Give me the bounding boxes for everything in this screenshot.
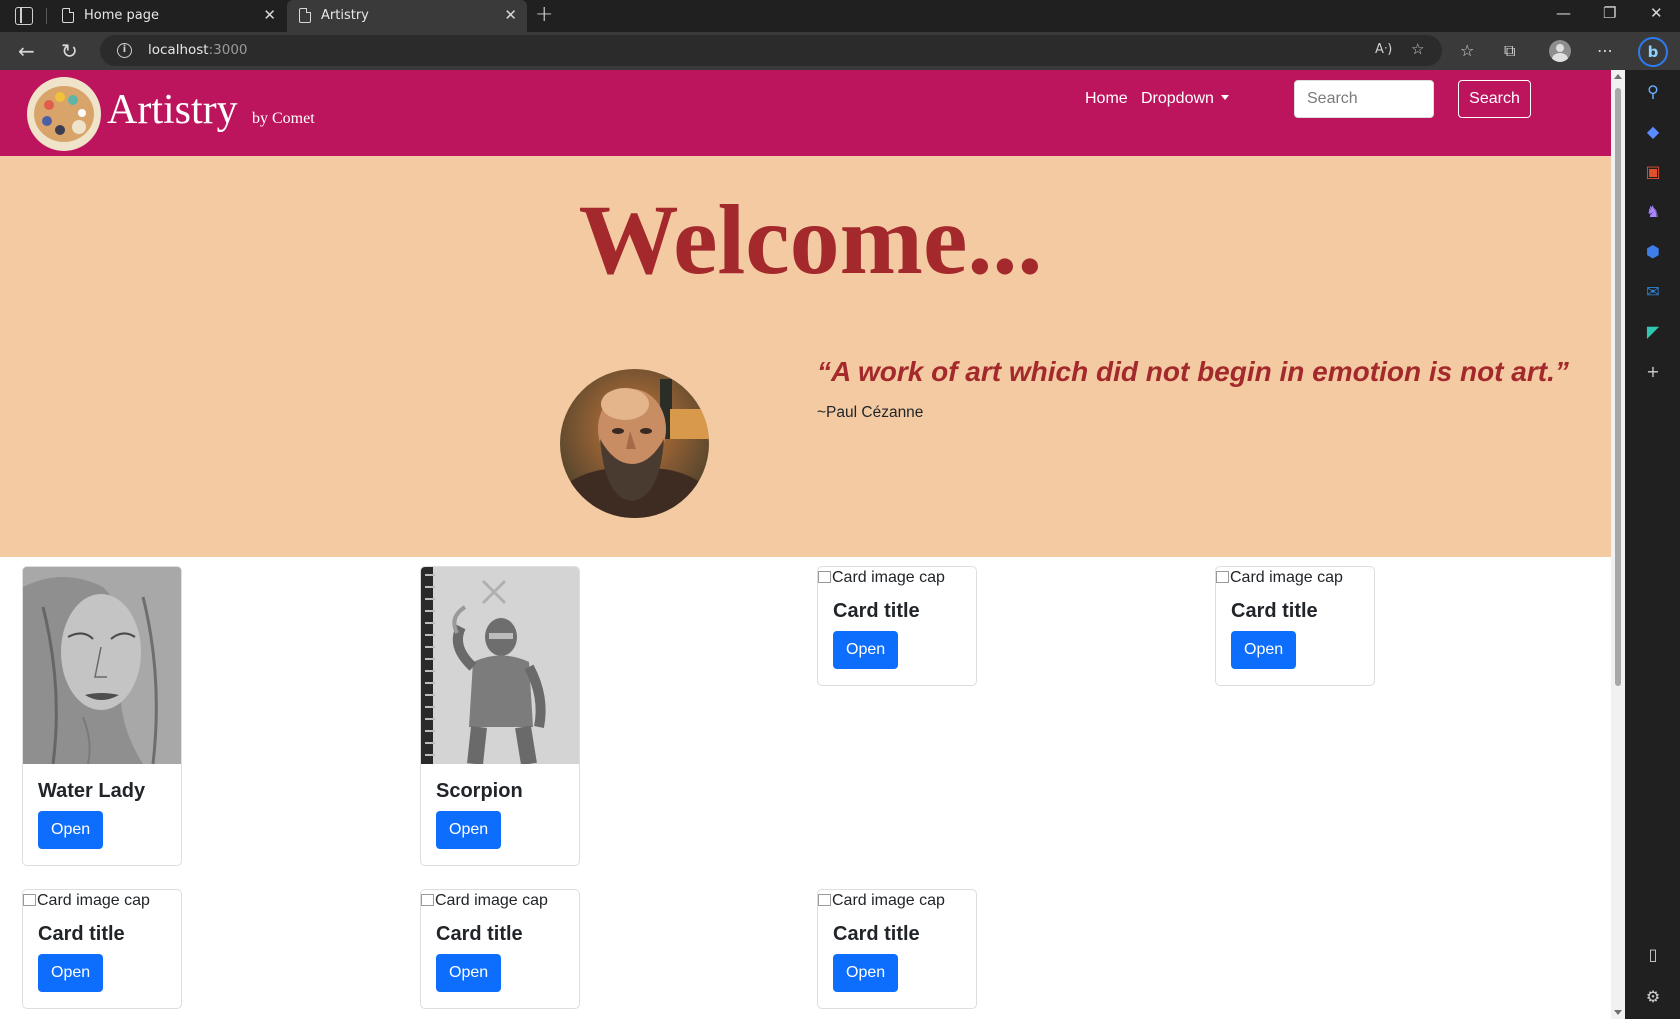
water-lady-image[interactable] [23, 567, 181, 764]
scorpion-image[interactable] [421, 567, 579, 764]
card-image-alt: Card image cap [832, 569, 945, 586]
page-icon [299, 8, 311, 23]
broken-image-icon [23, 894, 36, 906]
caret-down-icon [1220, 95, 1229, 100]
card-image-cap[interactable]: Card image cap [23, 890, 181, 914]
add-sidebar-app-icon[interactable]: + [1643, 362, 1663, 382]
shopping-tag-icon[interactable]: ◆ [1643, 122, 1663, 142]
tab-actions-icon[interactable] [15, 7, 33, 25]
address-bar-row: ← ↻ i localhost:3000 Aᐧ) ☆ ☆ ⧉ ⋯ b [0, 32, 1680, 70]
broken-image-icon [421, 894, 434, 906]
card-image-cap[interactable]: Card image cap [421, 890, 579, 914]
collections-icon[interactable]: ⧉ [1504, 41, 1515, 61]
card-placeholder: Card image cap Card title Open [817, 566, 977, 686]
cezanne-portrait-image [560, 369, 709, 518]
card-placeholder: Card image cap Card title Open [1215, 566, 1375, 686]
palette-logo-icon[interactable] [27, 77, 101, 151]
url-port: :3000 [208, 42, 248, 58]
card-placeholder: Card image cap Card title Open [817, 889, 977, 1009]
nav-dropdown-label: Dropdown [1141, 90, 1214, 107]
card-image-alt: Card image cap [832, 892, 945, 909]
back-arrow-icon[interactable]: ← [18, 39, 35, 63]
open-button[interactable]: Open [38, 811, 104, 849]
card-image-alt: Card image cap [37, 892, 150, 909]
card-image-cap[interactable]: Card image cap [818, 567, 976, 591]
outlook-icon[interactable]: ✉ [1643, 282, 1663, 302]
broken-image-icon [818, 571, 831, 583]
open-button[interactable]: Open [1231, 631, 1297, 669]
nav-dropdown[interactable]: Dropdown [1141, 90, 1229, 108]
card-image-alt: Card image cap [435, 892, 548, 909]
open-button[interactable]: Open [436, 954, 502, 992]
page-viewport: Artistry by Comet Home Dropdown Search W… [0, 70, 1611, 1019]
card-title: Card title [833, 600, 920, 622]
open-button[interactable]: Open [833, 631, 899, 669]
card-title: Card title [1231, 600, 1318, 622]
search-button[interactable]: Search [1458, 80, 1531, 118]
scroll-up-icon[interactable] [1614, 74, 1622, 79]
card-title: Card title [38, 923, 125, 945]
url-host: localhost [148, 42, 209, 58]
card-scorpion: Scorpion Open [420, 566, 580, 866]
close-icon[interactable]: ✕ [263, 6, 276, 24]
brand-title[interactable]: Artistry [107, 86, 238, 134]
card-title: Card title [833, 923, 920, 945]
office-icon[interactable]: ⬢ [1643, 242, 1663, 262]
welcome-heading: Welcome... [578, 184, 1043, 295]
scrollbar-thumb[interactable] [1615, 88, 1621, 686]
drop-icon[interactable]: ◤ [1643, 322, 1663, 342]
gear-icon[interactable]: ⚙ [1643, 987, 1663, 1007]
tools-icon[interactable]: ▣ [1643, 162, 1663, 182]
card-title: Scorpion [436, 780, 523, 802]
quote-author: ~Paul Cézanne [817, 404, 924, 421]
card-title: Water Lady [38, 780, 146, 802]
tab-home-page[interactable]: Home page ✕ [50, 0, 286, 32]
favorites-icon[interactable]: ☆ [1460, 41, 1474, 60]
refresh-icon[interactable]: ↻ [61, 39, 78, 63]
open-button[interactable]: Open [436, 811, 502, 849]
read-aloud-icon[interactable]: Aᐧ) [1375, 42, 1392, 57]
card-image-cap[interactable]: Card image cap [1216, 567, 1374, 591]
card-water-lady: Water Lady Open [22, 566, 182, 866]
nav-link-home[interactable]: Home [1085, 90, 1128, 108]
close-icon[interactable]: ✕ [504, 6, 517, 24]
restore-button[interactable]: ❐ [1603, 4, 1616, 22]
hero-banner: Welcome... “A work of art which did not … [0, 156, 1611, 557]
tab-artistry[interactable]: Artistry ✕ [287, 0, 527, 32]
minimize-button[interactable]: — [1556, 4, 1571, 22]
page-icon [62, 8, 74, 23]
copilot-icon[interactable]: b [1638, 37, 1668, 67]
address-bar[interactable]: i localhost:3000 Aᐧ) ☆ [100, 35, 1442, 66]
close-window-button[interactable]: ✕ [1650, 4, 1663, 22]
open-button[interactable]: Open [38, 954, 104, 992]
broken-image-icon [1216, 571, 1229, 583]
new-tab-button[interactable]: + [535, 2, 553, 27]
edge-sidebar: ⚲ ◆ ▣ ♞ ⬢ ✉ ◤ + ▯ ⚙ [1625, 70, 1680, 1019]
card-title: Card title [436, 923, 523, 945]
open-button[interactable]: Open [833, 954, 899, 992]
search-input[interactable] [1294, 80, 1434, 118]
more-options-icon[interactable]: ⋯ [1597, 41, 1613, 60]
tab-separator [46, 8, 47, 24]
profile-avatar[interactable] [1549, 40, 1571, 62]
browser-tab-bar: Home page ✕ Artistry ✕ + — ❐ ✕ [0, 0, 1680, 32]
quote-text: “A work of art which did not begin in em… [817, 356, 1569, 387]
brand-subtitle: by Comet [252, 110, 315, 127]
tab-label: Home page [84, 8, 159, 23]
broken-image-icon [818, 894, 831, 906]
add-favorite-icon[interactable]: ☆ [1411, 40, 1424, 58]
sidebar-toggle-icon[interactable]: ▯ [1643, 945, 1663, 965]
games-icon[interactable]: ♞ [1643, 202, 1663, 222]
site-info-icon[interactable]: i [117, 43, 132, 58]
card-image-cap[interactable]: Card image cap [818, 890, 976, 914]
page-scrollbar[interactable] [1611, 70, 1625, 1019]
card-placeholder: Card image cap Card title Open [420, 889, 580, 1009]
search-icon[interactable]: ⚲ [1643, 82, 1663, 102]
url-text[interactable]: localhost:3000 [148, 42, 248, 58]
card-image-alt: Card image cap [1230, 569, 1343, 586]
scroll-down-icon[interactable] [1614, 1010, 1622, 1015]
site-navbar: Artistry by Comet Home Dropdown Search [0, 70, 1611, 156]
card-placeholder: Card image cap Card title Open [22, 889, 182, 1009]
tab-label: Artistry [321, 8, 369, 23]
